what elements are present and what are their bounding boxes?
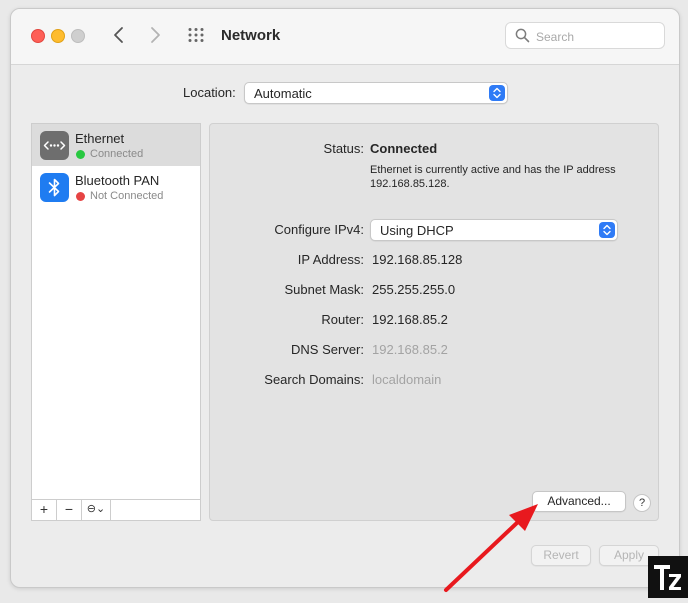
watermark-logo xyxy=(648,556,688,598)
popup-stepper-icon xyxy=(489,85,505,101)
network-preferences-window: Network Location: Automatic xyxy=(10,8,680,588)
bluetooth-icon xyxy=(40,173,69,202)
service-status: Not Connected xyxy=(90,190,164,202)
advanced-button[interactable]: Advanced... xyxy=(532,491,626,512)
location-popup[interactable]: Automatic xyxy=(244,82,508,104)
status-label: Status: xyxy=(323,141,364,156)
status-value: Connected xyxy=(370,141,438,156)
router-value: 192.168.85.2 xyxy=(372,312,448,327)
window-title: Network xyxy=(221,27,281,44)
popup-stepper-icon xyxy=(599,222,615,238)
search-input[interactable] xyxy=(534,27,658,47)
status-dot xyxy=(76,150,85,159)
action-menu-button[interactable]: ⊖⌄ xyxy=(82,500,111,520)
chevron-right-icon[interactable] xyxy=(145,25,165,45)
dns-server-value: 192.168.85.2 xyxy=(372,342,448,357)
remove-service-button[interactable]: − xyxy=(57,500,82,520)
revert-button[interactable]: Revert xyxy=(531,545,591,566)
service-list-toolbar: + − ⊖⌄ xyxy=(32,499,200,520)
configure-ipv4-value: Using DHCP xyxy=(380,223,454,238)
add-service-button[interactable]: + xyxy=(32,500,57,520)
subnet-mask-value: 255.255.255.0 xyxy=(372,282,456,297)
service-status: Connected xyxy=(90,148,144,160)
show-all-grid-icon[interactable] xyxy=(187,27,205,43)
service-name: Ethernet xyxy=(75,131,125,146)
search-icon xyxy=(515,28,530,43)
status-description: Ethernet is currently active and has the… xyxy=(370,164,616,190)
service-name: Bluetooth PAN xyxy=(75,173,160,188)
details-panel: Status: Connected Ethernet is currently … xyxy=(209,123,659,521)
ethernet-icon xyxy=(40,131,69,160)
close-window-button[interactable] xyxy=(31,29,45,43)
minimize-window-button[interactable] xyxy=(51,29,65,43)
search-domains-label: Search Domains: xyxy=(264,372,364,387)
configure-ipv4-label: Configure IPv4: xyxy=(274,222,364,237)
status-dot xyxy=(76,192,85,201)
location-label: Location: xyxy=(183,85,236,100)
dns-server-label: DNS Server: xyxy=(291,342,364,357)
zoom-window-button[interactable] xyxy=(71,29,85,43)
ip-address-label: IP Address: xyxy=(297,252,364,267)
ip-address-value: 192.168.85.128 xyxy=(372,252,463,267)
service-item-bluetooth-pan[interactable]: Bluetooth PAN Not Connected xyxy=(32,166,200,208)
search-field[interactable] xyxy=(505,22,665,49)
help-button[interactable]: ? xyxy=(633,494,651,512)
service-list: Ethernet Connected Bluetooth PAN Not Con… xyxy=(31,123,201,521)
router-label: Router: xyxy=(321,312,364,327)
subnet-mask-label: Subnet Mask: xyxy=(284,282,365,297)
toolbar: Network xyxy=(11,9,679,65)
search-domains-value: localdomain xyxy=(372,372,442,387)
configure-ipv4-popup[interactable]: Using DHCP xyxy=(370,219,618,241)
service-item-ethernet[interactable]: Ethernet Connected xyxy=(32,124,200,166)
location-value: Automatic xyxy=(254,86,312,101)
chevron-left-icon[interactable] xyxy=(109,25,129,45)
